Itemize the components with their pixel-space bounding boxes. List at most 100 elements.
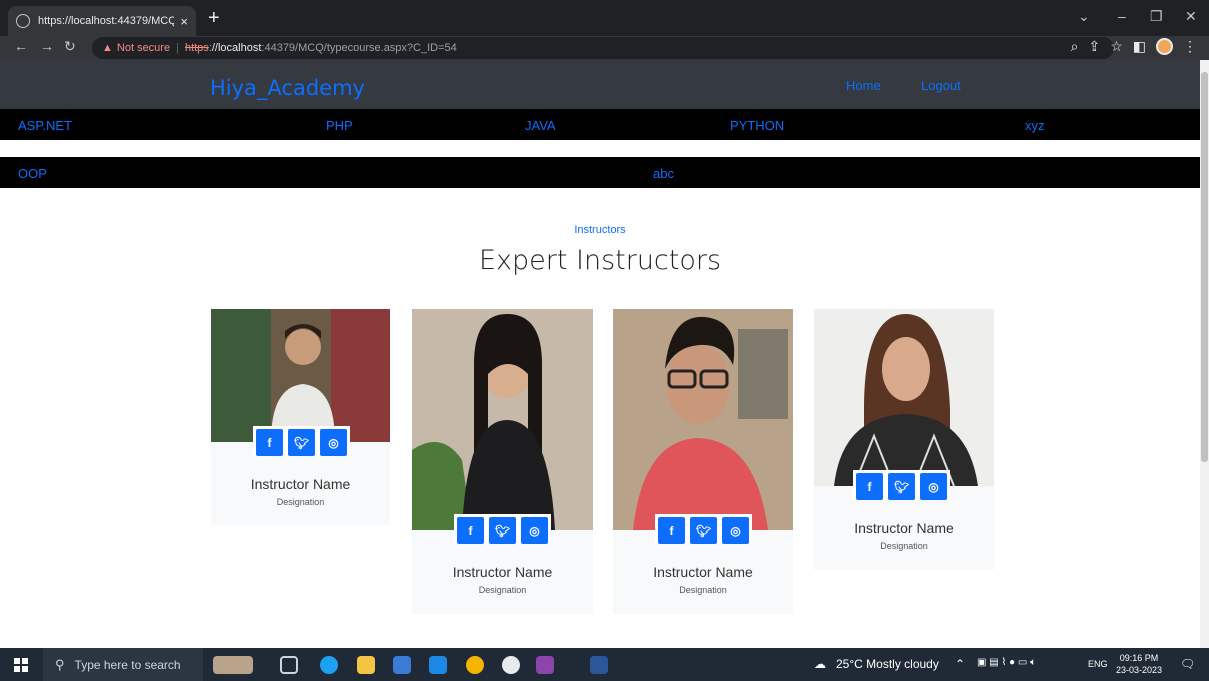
twitter-icon[interactable]: 🐦︎: [288, 429, 315, 456]
app-icon[interactable]: [502, 656, 520, 674]
task-view-icon[interactable]: [280, 656, 298, 674]
category-aspnet[interactable]: ASP.NET: [18, 118, 72, 133]
bookmark-star-icon[interactable]: ☆: [1110, 38, 1123, 55]
social-links: f 🐦︎ ◎: [655, 514, 752, 544]
twitter-icon[interactable]: 🐦︎: [489, 517, 516, 544]
chrome-icon[interactable]: [466, 656, 484, 674]
instagram-icon[interactable]: ◎: [320, 429, 347, 456]
widget-squirrel-icon[interactable]: [213, 656, 253, 674]
search-placeholder: Type here to search: [74, 657, 181, 672]
instagram-icon[interactable]: ◎: [722, 517, 749, 544]
clock-time: 09:16 PM: [1119, 653, 1159, 663]
social-links: f 🐦︎ ◎: [454, 514, 551, 544]
instructor-photo: [814, 309, 994, 486]
instructor-photo: [211, 309, 390, 442]
notification-icon[interactable]: 🗨︎: [1180, 657, 1195, 671]
page-scrollbar[interactable]: [1200, 60, 1209, 648]
url-host: //localhost: [211, 42, 262, 54]
category-java[interactable]: JAVA: [525, 118, 556, 133]
twitter-icon[interactable]: 🐦︎: [888, 473, 915, 500]
mail-icon[interactable]: [429, 656, 447, 674]
close-tab-icon[interactable]: ×: [180, 14, 188, 29]
category-bar-row1: ASP.NET PHP JAVA PYTHON xyz: [0, 109, 1200, 140]
file-explorer-icon[interactable]: [357, 656, 375, 674]
weather-text[interactable]: 25°C Mostly cloudy: [836, 657, 939, 671]
instructor-designation: Designation: [478, 585, 527, 595]
weather-icon[interactable]: ☁: [814, 657, 826, 671]
section-eyebrow: Instructors: [574, 224, 626, 236]
instructor-photo: [412, 309, 593, 530]
side-panel-icon[interactable]: ◧: [1133, 38, 1146, 55]
tab-title: https://localhost:44379/MCQ/typ: [38, 15, 175, 27]
restore-icon[interactable]: ❐: [1150, 8, 1163, 25]
url-separator: |: [176, 42, 179, 54]
instagram-icon[interactable]: ◎: [521, 517, 548, 544]
store-icon[interactable]: [393, 656, 411, 674]
twitter-icon[interactable]: 🐦︎: [690, 517, 717, 544]
category-python[interactable]: PYTHON: [730, 118, 784, 133]
facebook-icon[interactable]: f: [658, 517, 685, 544]
edge-icon[interactable]: [320, 656, 338, 674]
instructor-card: f 🐦︎ ◎ Instructor Name Designation: [613, 309, 793, 614]
language-indicator[interactable]: ENG: [1088, 659, 1108, 669]
category-oop[interactable]: OOP: [18, 166, 47, 181]
visual-studio-icon[interactable]: [536, 656, 554, 674]
word-icon[interactable]: [590, 656, 608, 674]
facebook-icon[interactable]: f: [256, 429, 283, 456]
menu-kebab-icon[interactable]: ⋮: [1183, 38, 1197, 55]
windows-start-icon[interactable]: [14, 658, 28, 672]
minimize-icon[interactable]: –: [1118, 8, 1126, 24]
social-links: f 🐦︎ ◎: [853, 470, 950, 500]
zoom-icon[interactable]: ⌕: [1071, 38, 1079, 55]
back-icon[interactable]: ←: [14, 38, 28, 54]
tray-icons[interactable]: ▣ ▤ ⌇ ● ▭ 🔈︎: [977, 657, 1036, 668]
brand-logo[interactable]: Hiya_Academy: [210, 76, 365, 100]
site-navbar: Hiya_Academy Home Logout: [0, 60, 1200, 109]
warning-icon: ▲: [102, 42, 113, 54]
url-path: :44379/MCQ/typecourse.aspx?C_ID=54: [261, 42, 457, 54]
url-scheme: https: [184, 42, 209, 54]
category-bar-row2: OOP abc: [0, 157, 1200, 188]
nav-home-link[interactable]: Home: [846, 78, 881, 93]
new-tab-button[interactable]: +: [208, 6, 220, 30]
facebook-icon[interactable]: f: [856, 473, 883, 500]
instructor-designation: Designation: [880, 541, 928, 551]
reload-icon[interactable]: ↻: [64, 38, 76, 55]
clock[interactable]: 09:16 PM 23-03-2023: [1116, 652, 1162, 676]
instructor-card: f 🐦︎ ◎ Instructor Name Designation: [211, 309, 390, 525]
search-icon: ⚲: [55, 656, 65, 672]
windows-taskbar: ⚲ Type here to search ☁ 25°C Mostly clou…: [0, 648, 1209, 681]
instructor-designation: Designation: [679, 585, 727, 595]
address-toolbar: ← → ↻ ▲ Not secure | https : //localhost…: [0, 36, 1209, 60]
instructor-designation: Designation: [276, 497, 325, 507]
profile-avatar[interactable]: [1156, 38, 1173, 55]
browser-tab-strip: https://localhost:44379/MCQ/typ × + ⌄ – …: [0, 0, 1209, 36]
instructor-photo: [613, 309, 793, 530]
tab-search-icon[interactable]: ⌄: [1078, 8, 1090, 25]
social-links: f 🐦︎ ◎: [253, 426, 350, 456]
category-xyz[interactable]: xyz: [1025, 118, 1045, 133]
window-close-icon[interactable]: ✕: [1185, 8, 1197, 25]
instructor-card: f 🐦︎ ◎ Instructor Name Designation: [412, 309, 593, 614]
globe-icon: [16, 14, 30, 28]
category-abc[interactable]: abc: [653, 166, 674, 181]
forward-icon[interactable]: →: [40, 38, 54, 54]
instructor-name: Instructor Name: [452, 564, 553, 580]
browser-tab[interactable]: https://localhost:44379/MCQ/typ ×: [8, 6, 196, 36]
not-secure-label: Not secure: [116, 42, 171, 54]
instagram-icon[interactable]: ◎: [920, 473, 947, 500]
instructor-name: Instructor Name: [653, 564, 753, 580]
address-bar[interactable]: ▲ Not secure | https : //localhost :4437…: [92, 37, 1114, 59]
section-heading: Expert Instructors: [478, 245, 722, 276]
tray-overflow-icon[interactable]: ⌃: [955, 657, 965, 671]
facebook-icon[interactable]: f: [457, 517, 484, 544]
scrollbar-thumb[interactable]: [1201, 72, 1208, 462]
taskbar-search-box[interactable]: ⚲ Type here to search: [43, 648, 203, 681]
nav-logout-link[interactable]: Logout: [921, 78, 961, 93]
category-php[interactable]: PHP: [326, 118, 353, 133]
instructor-name: Instructor Name: [854, 520, 954, 536]
instructor-name: Instructor Name: [250, 476, 351, 492]
browser-actions: ⌕ ⇪ ☆ ◧ ⋮: [1071, 38, 1197, 55]
share-icon[interactable]: ⇪: [1088, 38, 1100, 55]
instructor-card: f 🐦︎ ◎ Instructor Name Designation: [814, 309, 994, 570]
